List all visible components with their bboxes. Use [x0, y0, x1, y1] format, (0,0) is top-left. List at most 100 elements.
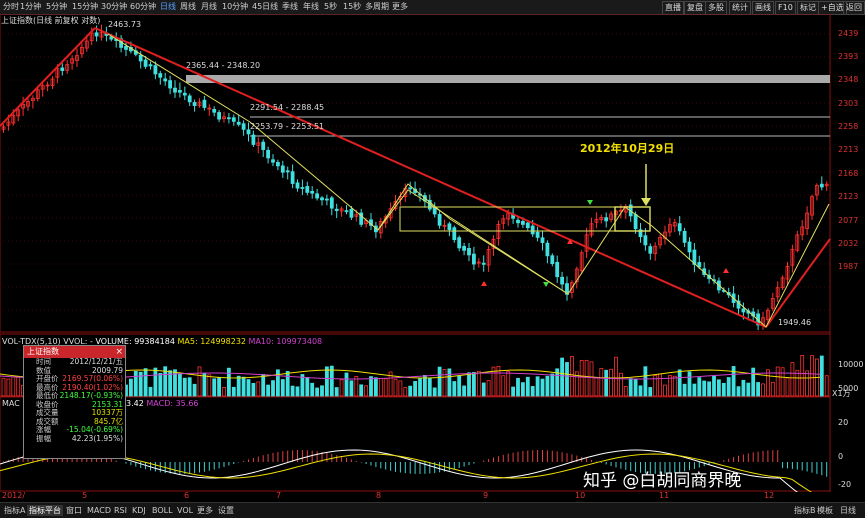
volume-bar — [403, 387, 408, 397]
toolbar-button-0[interactable]: 直播 — [662, 1, 684, 15]
period-tab-16[interactable]: 更多 — [392, 1, 408, 13]
period-tab-10[interactable]: 45日线 — [252, 1, 278, 13]
period-tab-14[interactable]: 15秒 — [343, 1, 361, 13]
indicator-tab-7[interactable]: VOL — [175, 505, 195, 516]
volume-bar — [628, 378, 633, 397]
indicator-tab-2[interactable]: 窗口 — [64, 505, 84, 516]
volume-bar — [824, 375, 829, 397]
volume-tick: 10000 — [838, 360, 864, 369]
period-tab-0[interactable]: 分时 — [3, 1, 19, 13]
volume-bar — [128, 378, 133, 397]
period-tab-5[interactable]: 60分钟 — [130, 1, 156, 13]
price-tick: 2393 — [838, 52, 859, 61]
period-tab-1[interactable]: 1分钟 — [20, 1, 41, 13]
toolbar-button-2[interactable]: 多股 — [705, 1, 727, 15]
volume-bar — [697, 377, 702, 397]
indicator-tab-5[interactable]: KDJ — [130, 505, 148, 516]
candle-body — [604, 217, 609, 222]
indicator-tab-4[interactable]: RSI — [112, 505, 129, 516]
volume-bar — [481, 382, 486, 397]
candle-body — [687, 241, 692, 253]
candle-body — [447, 223, 452, 231]
volume-bar — [207, 374, 212, 397]
indicator-bar: 日线 指标A 指标平台 窗口 MACD RSI KDJ BOLL VOL 更多 设置 指标B 模板 — [0, 502, 865, 518]
price-tick: 2348 — [838, 75, 859, 84]
indicator-tab-3[interactable]: MACD — [85, 505, 113, 516]
toolbar-button-5[interactable]: F10 — [775, 1, 796, 15]
toolbar-button-3[interactable]: 统计 — [729, 1, 751, 15]
date-tick: 2012/ — [2, 491, 26, 500]
volume-bar — [187, 377, 192, 397]
volume-bar — [11, 376, 16, 397]
candle-body — [457, 237, 462, 249]
volume-bar — [741, 379, 746, 397]
period-tab-3[interactable]: 15分钟 — [72, 1, 98, 13]
toolbar-button-6[interactable]: 标记 — [797, 1, 819, 15]
macd-indicator-name[interactable]: MAC — [2, 399, 20, 408]
indicator-tab-11[interactable]: 模板 — [815, 505, 835, 516]
period-tab-13[interactable]: 5秒 — [324, 1, 337, 13]
data-info-panel[interactable]: 上证指数 × 时间 2012/12/21/五 数值 2009.79 开盘价 2169.57… — [23, 345, 126, 459]
indicator-tab-9[interactable]: 设置 — [216, 505, 236, 516]
indicator-tab-8[interactable]: 更多 — [195, 505, 215, 516]
indicator-tab-1[interactable]: 指标平台 — [27, 505, 63, 516]
period-tab-2[interactable]: 5分钟 — [46, 1, 67, 13]
volume-bar — [726, 377, 731, 397]
toolbar-button-1[interactable]: 复盘 — [684, 1, 706, 15]
buy-marker — [723, 268, 729, 273]
buy-marker — [481, 281, 487, 286]
candle-body — [643, 235, 648, 246]
candle-body — [153, 65, 158, 75]
period-tab-15[interactable]: 多周期 — [365, 1, 389, 13]
volume-bar — [359, 384, 364, 397]
period-tab-9[interactable]: 10分钟 — [222, 1, 248, 13]
period-tab-11[interactable]: 季线 — [282, 1, 298, 13]
candle-body — [535, 231, 540, 238]
period-tab-8[interactable]: 月线 — [201, 1, 217, 13]
toolbar-button-8[interactable]: 返回 — [843, 1, 865, 15]
volume-bar — [153, 367, 158, 397]
period-tab-4[interactable]: 30分钟 — [101, 1, 127, 13]
candle-body — [540, 237, 545, 244]
toolbar-button-4[interactable]: 画线 — [752, 1, 774, 15]
ma10-value: MA10: 109973408 — [248, 337, 323, 346]
candle-body — [143, 59, 148, 67]
volume-bar — [476, 370, 481, 397]
period-indicator[interactable]: 日线 — [838, 505, 858, 516]
volume-bar — [565, 362, 569, 397]
sell-marker — [543, 282, 549, 287]
candle-body — [516, 219, 520, 224]
volume-bar — [599, 368, 604, 397]
kline-chart[interactable] — [0, 14, 865, 492]
volume-bar — [717, 379, 721, 397]
price-tick: 2032 — [838, 239, 859, 248]
volume-bar — [315, 387, 320, 397]
period-tab-6[interactable]: 日线 — [160, 1, 176, 13]
volume-bar — [471, 372, 476, 397]
volume-bar — [550, 373, 555, 397]
volume-bar — [295, 386, 300, 397]
indicator-tab-10[interactable]: 指标B — [792, 505, 818, 516]
volume-bar — [305, 376, 310, 397]
candle-body — [560, 276, 564, 285]
volume-bar — [623, 386, 628, 397]
volume-bar — [682, 383, 687, 397]
level-label: 2291.54 - 2288.45 — [250, 103, 325, 112]
candle-body — [550, 255, 555, 264]
volume-bar — [393, 378, 398, 397]
volume-bar — [266, 384, 271, 397]
volume-bar — [648, 387, 653, 397]
volume-bar — [231, 386, 236, 397]
level-label: 2253.79 - 2253.51 — [250, 122, 325, 131]
indicator-tab-0[interactable]: 指标A — [2, 505, 27, 516]
volume-bar — [413, 380, 418, 397]
period-tab-12[interactable]: 年线 — [303, 1, 319, 13]
volume-bar — [521, 382, 525, 397]
candle-body — [226, 117, 231, 120]
indicator-tab-6[interactable]: BOLL — [150, 505, 175, 516]
price-tick: 2077 — [838, 216, 859, 225]
volume-bar — [256, 381, 261, 397]
trend-line — [765, 238, 831, 328]
volume-bar — [442, 369, 447, 397]
period-tab-7[interactable]: 周线 — [180, 1, 196, 13]
